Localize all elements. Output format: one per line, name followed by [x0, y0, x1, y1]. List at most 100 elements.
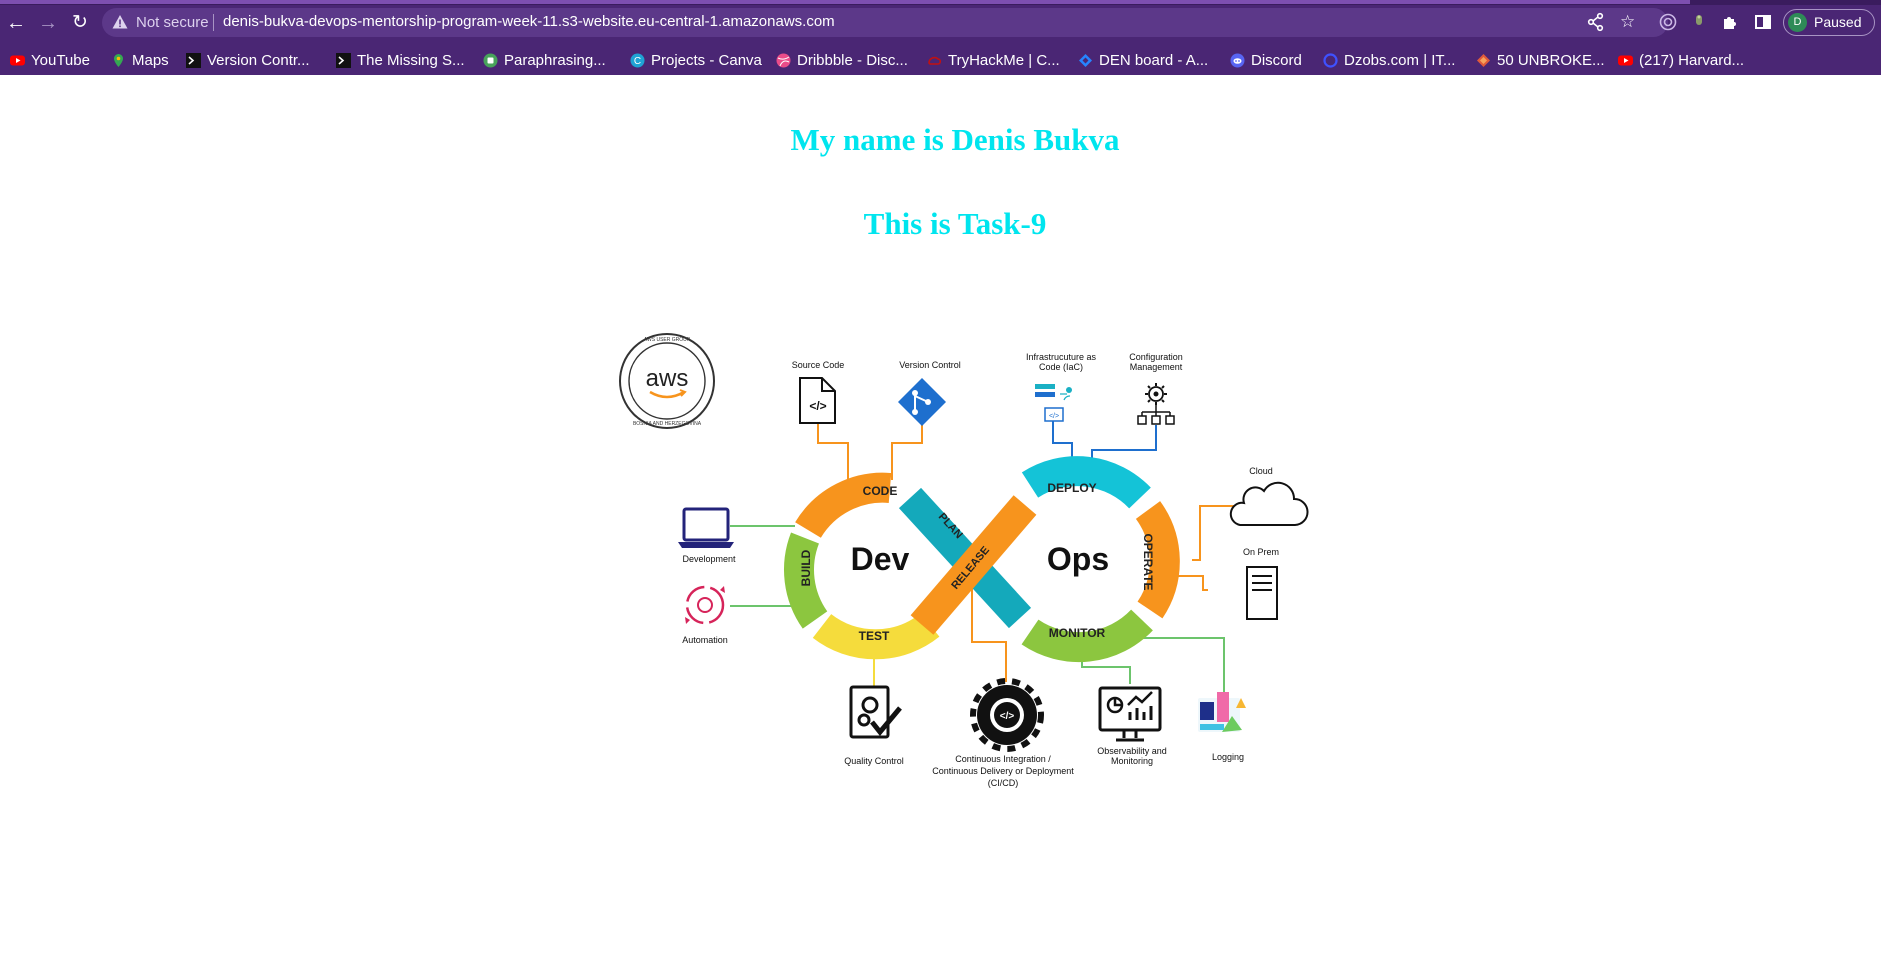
label-iac-line2: Code (IaC) [1039, 362, 1083, 372]
bookmarks-bar: YouTube Maps Version Contr... The Missin… [0, 45, 1881, 75]
observability-monitor-icon [1098, 686, 1162, 742]
label-cicd-line2: Continuous Delivery or Deployment [932, 766, 1074, 776]
youtube-icon [1618, 53, 1633, 68]
bookmark-label: Dzobs.com | IT... [1344, 51, 1456, 69]
label-observability-line1: Observability and [1097, 746, 1167, 756]
security-status[interactable]: Not secure [136, 14, 209, 31]
aws-user-group-logo: aws AWS USER GROUP BOSNIA AND HERZEGOVIN… [619, 333, 715, 429]
aws-ring-text-top: AWS USER GROUP [644, 337, 691, 343]
address-divider [213, 14, 214, 31]
bookmark-youtube[interactable]: YouTube [10, 50, 90, 70]
active-tab-indicator[interactable] [0, 0, 1690, 4]
bookmark-label: Dribbble - Disc... [797, 51, 908, 69]
jira-icon [1078, 53, 1093, 68]
terminal-icon [336, 52, 351, 68]
bookmark-dzobs[interactable]: Dzobs.com | IT... [1323, 50, 1455, 70]
bookmark-label: Discord [1251, 51, 1302, 69]
extensions-puzzle-icon[interactable] [1720, 12, 1740, 37]
bookmark-label: Paraphrasing... [504, 51, 606, 69]
bookmark-label: YouTube [31, 51, 90, 69]
dribbble-icon [776, 53, 791, 68]
heading-name: My name is Denis Bukva [790, 122, 1120, 157]
stage-operate: OPERATE [1141, 533, 1155, 590]
bookmark-label: 50 UNBROKE... [1497, 51, 1605, 69]
bookmark-canva[interactable]: C Projects - Canva [630, 50, 762, 70]
source-code-icon: </> [799, 377, 836, 424]
bookmark-paraphrasing[interactable]: Paraphrasing... [483, 50, 606, 70]
aws-ring-text-bottom: BOSNIA AND HERZEGOVINA [633, 421, 702, 427]
center-dev: Dev [851, 541, 910, 577]
bookmark-label: Projects - Canva [651, 51, 762, 69]
label-iac-line1: Infrastrucuture as [1026, 352, 1097, 362]
label-source-code: Source Code [792, 360, 845, 370]
reload-icon[interactable]: ↻ [68, 11, 92, 35]
extension-mic-icon[interactable] [1692, 12, 1706, 37]
url-text[interactable]: denis-bukva-devops-mentorship-program-we… [223, 13, 835, 30]
youtube-icon [10, 53, 25, 68]
bookmark-label: The Missing S... [357, 51, 465, 69]
label-cicd-line1: Continuous Integration / [955, 754, 1051, 764]
bookmark-harvard[interactable]: (217) Harvard... [1618, 50, 1744, 70]
bookmark-tryhackme[interactable]: TryHackMe | C... [927, 50, 1060, 70]
bookmark-version-control[interactable]: Version Contr... [186, 50, 310, 70]
center-ops: Ops [1047, 541, 1109, 577]
side-panel-icon[interactable] [1753, 12, 1773, 37]
stage-test: TEST [859, 629, 890, 643]
git-icon [898, 378, 946, 426]
label-logging: Logging [1212, 752, 1244, 762]
heading-task: This is Task-9 [863, 206, 1047, 241]
maps-icon [111, 53, 126, 68]
dzobs-icon [1323, 52, 1338, 68]
bookmark-label: TryHackMe | C... [948, 51, 1060, 69]
tab-strip [0, 0, 1881, 5]
svg-text:C: C [634, 56, 641, 67]
tryhackme-icon [927, 53, 942, 68]
stage-code: CODE [863, 484, 898, 498]
cicd-gear-icon: </> [970, 678, 1044, 752]
label-automation: Automation [682, 635, 728, 645]
back-icon[interactable]: ← [4, 11, 28, 35]
label-development: Development [682, 554, 736, 564]
bookmark-label: Maps [132, 51, 169, 69]
terminal-icon [186, 52, 201, 68]
warning-icon[interactable] [112, 14, 128, 35]
aws-wordmark: aws [646, 365, 689, 392]
stage-monitor: MONITOR [1049, 626, 1106, 640]
bookmark-den-board[interactable]: DEN board - A... [1078, 50, 1208, 70]
quillbot-icon [483, 53, 498, 68]
svg-text:</>: </> [1000, 711, 1015, 722]
devops-diagram: aws AWS USER GROUP BOSNIA AND HERZEGOVIN… [619, 333, 1309, 788]
label-config-line2: Management [1130, 362, 1183, 372]
bookmark-dribbble[interactable]: Dribbble - Disc... [776, 50, 908, 70]
bookmark-star-icon[interactable]: ☆ [1620, 12, 1635, 32]
laptop-icon [678, 507, 734, 548]
browser-toolbar: ← → ↻ Not secure denis-bukva-devops-ment… [0, 0, 1881, 45]
address-bar[interactable]: Not secure denis-bukva-devops-mentorship… [102, 8, 1668, 37]
label-version-control: Version Control [899, 360, 961, 370]
logging-icon [1198, 692, 1246, 732]
stage-build: BUILD [799, 549, 813, 586]
canva-icon: C [630, 53, 645, 68]
forward-icon[interactable]: → [36, 11, 60, 35]
bookmark-discord[interactable]: Discord [1230, 50, 1302, 70]
profile-button[interactable]: D Paused [1783, 9, 1875, 36]
bookmark-maps[interactable]: Maps [111, 50, 169, 70]
share-icon[interactable] [1587, 12, 1605, 37]
quality-control-icon [849, 685, 902, 739]
config-management-icon [1137, 383, 1175, 425]
stage-deploy: DEPLOY [1047, 481, 1096, 495]
bookmark-50-unbroken[interactable]: 50 UNBROKE... [1476, 50, 1605, 70]
label-cloud: Cloud [1249, 466, 1273, 476]
bookmark-icon [1476, 53, 1491, 68]
bookmark-label: DEN board - A... [1099, 51, 1209, 69]
profile-status: Paused [1814, 14, 1862, 30]
bookmark-label: (217) Harvard... [1639, 51, 1745, 69]
avatar[interactable]: D [1788, 13, 1807, 32]
bookmark-missing-semester[interactable]: The Missing S... [336, 50, 465, 70]
extension-target-icon[interactable] [1658, 12, 1678, 37]
label-on-prem: On Prem [1243, 547, 1279, 557]
cloud-icon [1229, 481, 1309, 526]
label-observability-line2: Monitoring [1111, 756, 1153, 766]
automation-icon [685, 585, 725, 625]
label-cicd-line3: (CI/CD) [988, 778, 1019, 788]
